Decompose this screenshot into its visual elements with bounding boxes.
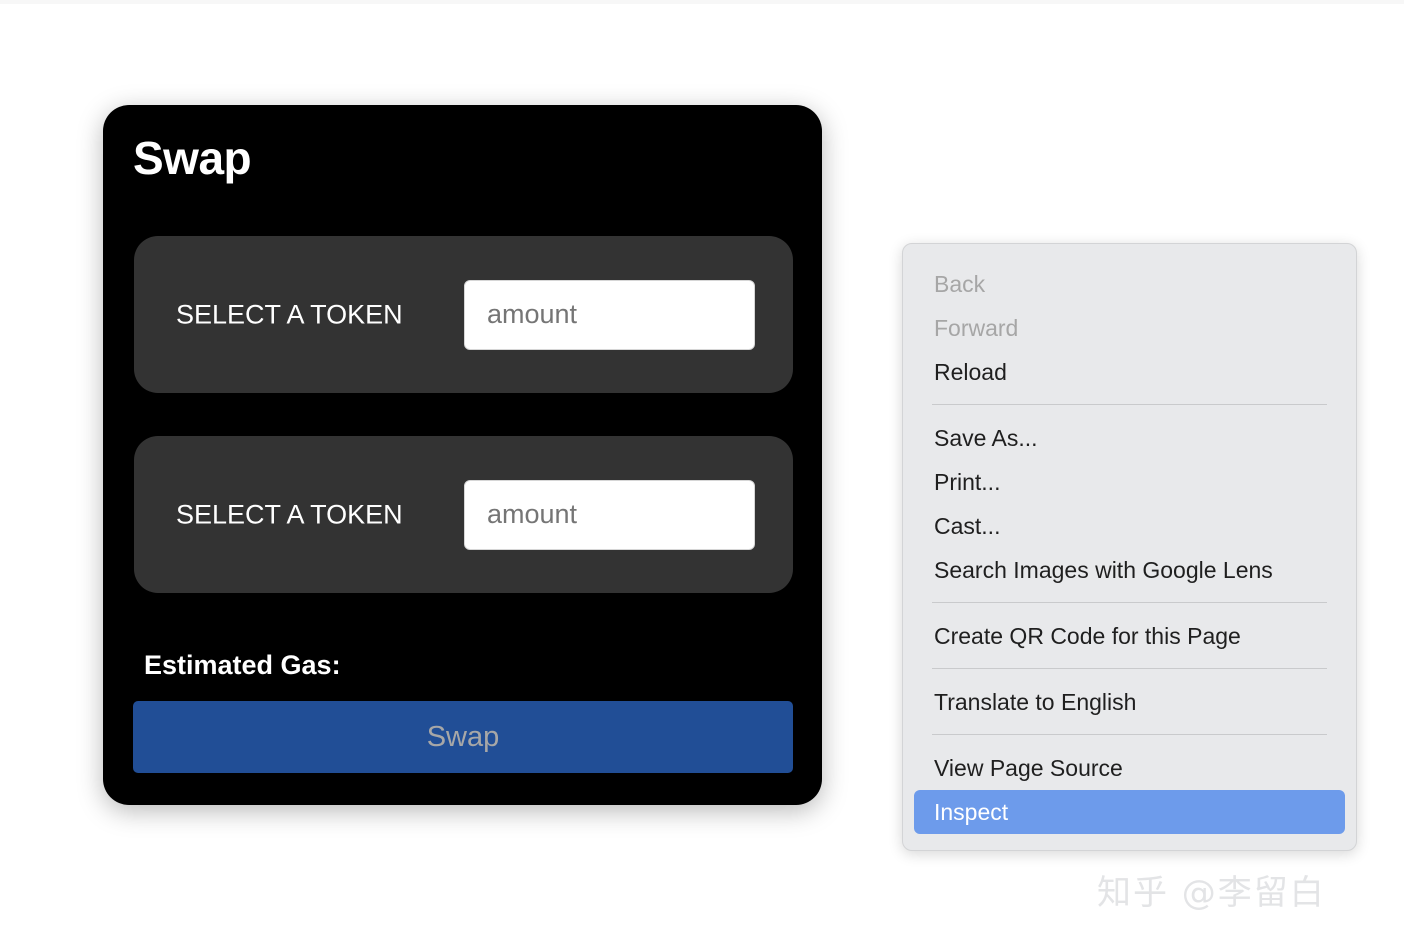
menu-item-google-lens[interactable]: Search Images with Google Lens [903, 548, 1356, 592]
swap-button[interactable]: Swap [133, 701, 793, 773]
menu-item-cast[interactable]: Cast... [903, 504, 1356, 548]
menu-item-create-qr-code[interactable]: Create QR Code for this Page [903, 614, 1356, 658]
token-row-2: SELECT A TOKEN [134, 436, 793, 593]
select-a-token-button-1[interactable]: SELECT A TOKEN [176, 299, 403, 330]
menu-item-view-page-source[interactable]: View Page Source [903, 746, 1356, 790]
menu-item-save-as[interactable]: Save As... [903, 416, 1356, 460]
top-edge-strip [0, 0, 1404, 4]
menu-item-back: Back [934, 271, 986, 297]
token-row-1: SELECT A TOKEN [134, 236, 793, 393]
menu-separator-4 [932, 734, 1327, 735]
swap-card: Swap SELECT A TOKEN SELECT A TOKEN Estim… [103, 105, 822, 805]
amount-input-2[interactable] [464, 479, 755, 550]
menu-separator-3 [932, 668, 1327, 669]
amount-input-1[interactable] [464, 279, 755, 350]
menu-item-forward: Forward [934, 315, 1019, 341]
watermark: 知乎 @李留白 [1097, 873, 1326, 913]
menu-separator-1 [932, 404, 1327, 405]
menu-item-translate[interactable]: Translate to English [903, 680, 1356, 724]
menu-item-print[interactable]: Print... [903, 460, 1356, 504]
swap-card-title: Swap [133, 132, 252, 184]
select-a-token-button-2[interactable]: SELECT A TOKEN [176, 499, 403, 530]
menu-separator-2 [932, 602, 1327, 603]
browser-context-menu: Back Forward Reload Save As... Print... … [902, 243, 1357, 851]
menu-item-reload[interactable]: Reload [903, 350, 1356, 394]
menu-item-inspect[interactable]: Inspect [914, 790, 1345, 834]
estimated-gas-label: Estimated Gas: [144, 650, 341, 680]
